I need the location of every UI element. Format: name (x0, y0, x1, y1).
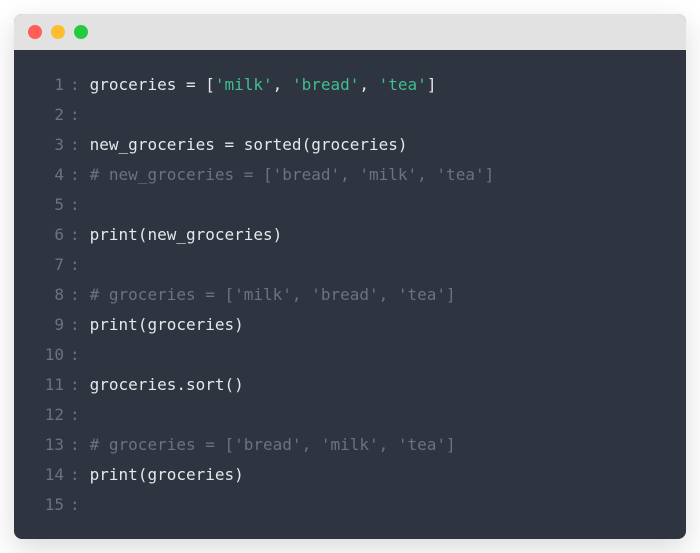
code-content: # groceries = ['milk', 'bread', 'tea'] (90, 280, 456, 310)
token-punct: = [ (186, 75, 215, 94)
line-number: 14 (14, 460, 64, 490)
line-number: 1 (14, 70, 64, 100)
code-content: groceries = ['milk', 'bread', 'tea'] (90, 70, 437, 100)
line-number: 8 (14, 280, 64, 310)
line-number: 15 (14, 490, 64, 520)
line-number: 10 (14, 340, 64, 370)
token-ident: new_groceries (90, 135, 225, 154)
token-punct: () (225, 375, 244, 394)
gutter-separator: : (64, 490, 90, 520)
token-punct: = sorted(groceries) (225, 135, 408, 154)
zoom-icon[interactable] (74, 25, 88, 39)
code-line: 13:# groceries = ['bread', 'milk', 'tea'… (14, 430, 686, 460)
token-punct: , (359, 75, 378, 94)
gutter-separator: : (64, 460, 90, 490)
gutter-separator: : (64, 310, 90, 340)
close-icon[interactable] (28, 25, 42, 39)
line-number: 13 (14, 430, 64, 460)
token-comment: # groceries = ['bread', 'milk', 'tea'] (90, 435, 456, 454)
code-window: 1:groceries = ['milk', 'bread', 'tea']2:… (14, 14, 686, 539)
token-punct: , (273, 75, 292, 94)
gutter-separator: : (64, 280, 90, 310)
token-ident: print (90, 225, 138, 244)
code-line: 5: (14, 190, 686, 220)
gutter-separator: : (64, 190, 90, 220)
token-string: 'bread' (292, 75, 359, 94)
code-content: # new_groceries = ['bread', 'milk', 'tea… (90, 160, 495, 190)
token-punct: (groceries) (138, 465, 244, 484)
token-ident: print (90, 465, 138, 484)
line-number: 7 (14, 250, 64, 280)
line-number: 6 (14, 220, 64, 250)
token-ident: groceries (90, 75, 186, 94)
code-line: 11:groceries.sort() (14, 370, 686, 400)
code-line: 7: (14, 250, 686, 280)
token-string: 'milk' (215, 75, 273, 94)
code-content: print(groceries) (90, 310, 244, 340)
line-number: 4 (14, 160, 64, 190)
line-number: 2 (14, 100, 64, 130)
code-line: 4:# new_groceries = ['bread', 'milk', 't… (14, 160, 686, 190)
code-line: 12: (14, 400, 686, 430)
code-line: 6:print(new_groceries) (14, 220, 686, 250)
gutter-separator: : (64, 430, 90, 460)
code-content: # groceries = ['bread', 'milk', 'tea'] (90, 430, 456, 460)
token-comment: # groceries = ['milk', 'bread', 'tea'] (90, 285, 456, 304)
code-line: 10: (14, 340, 686, 370)
code-line: 14:print(groceries) (14, 460, 686, 490)
line-number: 11 (14, 370, 64, 400)
line-number: 3 (14, 130, 64, 160)
gutter-separator: : (64, 400, 90, 430)
line-number: 9 (14, 310, 64, 340)
gutter-separator: : (64, 160, 90, 190)
code-line: 15: (14, 490, 686, 520)
titlebar (14, 14, 686, 50)
minimize-icon[interactable] (51, 25, 65, 39)
token-punct: (groceries) (138, 315, 244, 334)
code-line: 3:new_groceries = sorted(groceries) (14, 130, 686, 160)
line-number: 12 (14, 400, 64, 430)
code-line: 9:print(groceries) (14, 310, 686, 340)
gutter-separator: : (64, 130, 90, 160)
token-punct: (new_groceries) (138, 225, 283, 244)
gutter-separator: : (64, 250, 90, 280)
gutter-separator: : (64, 340, 90, 370)
token-string: 'tea' (379, 75, 427, 94)
gutter-separator: : (64, 220, 90, 250)
code-line: 8:# groceries = ['milk', 'bread', 'tea'] (14, 280, 686, 310)
code-editor[interactable]: 1:groceries = ['milk', 'bread', 'tea']2:… (14, 50, 686, 539)
token-punct: ] (427, 75, 437, 94)
token-ident: print (90, 315, 138, 334)
gutter-separator: : (64, 100, 90, 130)
gutter-separator: : (64, 70, 90, 100)
token-ident: groceries.sort (90, 375, 225, 394)
token-comment: # new_groceries = ['bread', 'milk', 'tea… (90, 165, 495, 184)
gutter-separator: : (64, 370, 90, 400)
code-line: 2: (14, 100, 686, 130)
code-content: new_groceries = sorted(groceries) (90, 130, 408, 160)
code-content: print(groceries) (90, 460, 244, 490)
code-line: 1:groceries = ['milk', 'bread', 'tea'] (14, 70, 686, 100)
code-content: groceries.sort() (90, 370, 244, 400)
line-number: 5 (14, 190, 64, 220)
code-content: print(new_groceries) (90, 220, 283, 250)
